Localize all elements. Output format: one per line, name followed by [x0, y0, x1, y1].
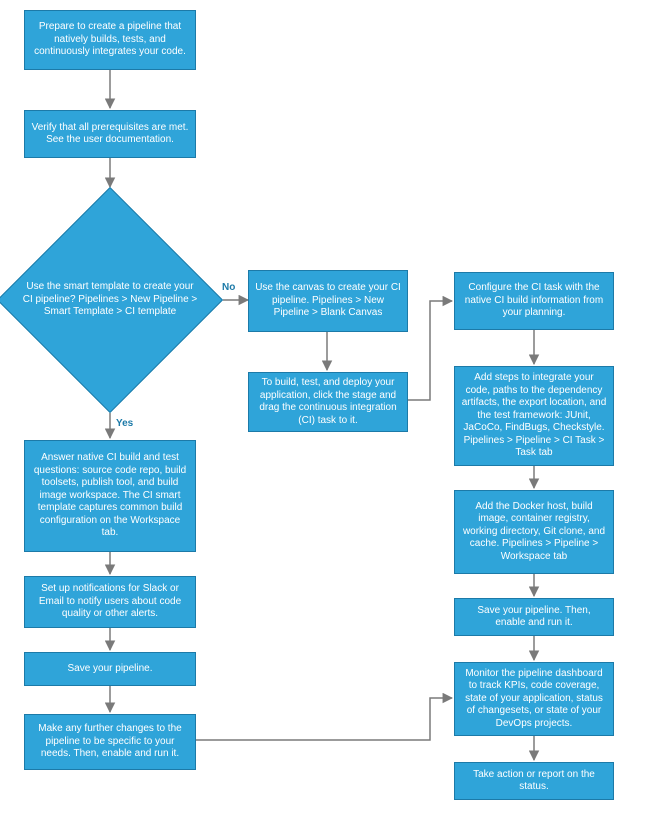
node-configure: Configure the CI task with the native CI…	[454, 272, 614, 330]
node-verify: Verify that all prerequisites are met. S…	[24, 110, 196, 158]
node-save1: Save your pipeline.	[24, 652, 196, 686]
node-canvas: Use the canvas to create your CI pipelin…	[248, 270, 408, 332]
node-steps: Add steps to integrate your code, paths …	[454, 366, 614, 466]
node-monitor: Monitor the pipeline dashboard to track …	[454, 662, 614, 736]
node-notify: Set up notifications for Slack or Email …	[24, 576, 196, 628]
node-save2: Save your pipeline. Then, enable and run…	[454, 598, 614, 636]
node-prepare: Prepare to create a pipeline that native…	[24, 10, 196, 70]
node-decision	[0, 187, 223, 413]
edge-label-no: No	[222, 282, 235, 293]
edge-label-yes: Yes	[116, 418, 133, 429]
node-further: Make any further changes to the pipeline…	[24, 714, 196, 770]
node-dragtask: To build, test, and deploy your applicat…	[248, 372, 408, 432]
flowchart-canvas: Prepare to create a pipeline that native…	[0, 0, 649, 817]
node-action: Take action or report on the status.	[454, 762, 614, 800]
node-docker: Add the Docker host, build image, contai…	[454, 490, 614, 574]
node-answer: Answer native CI build and test question…	[24, 440, 196, 552]
